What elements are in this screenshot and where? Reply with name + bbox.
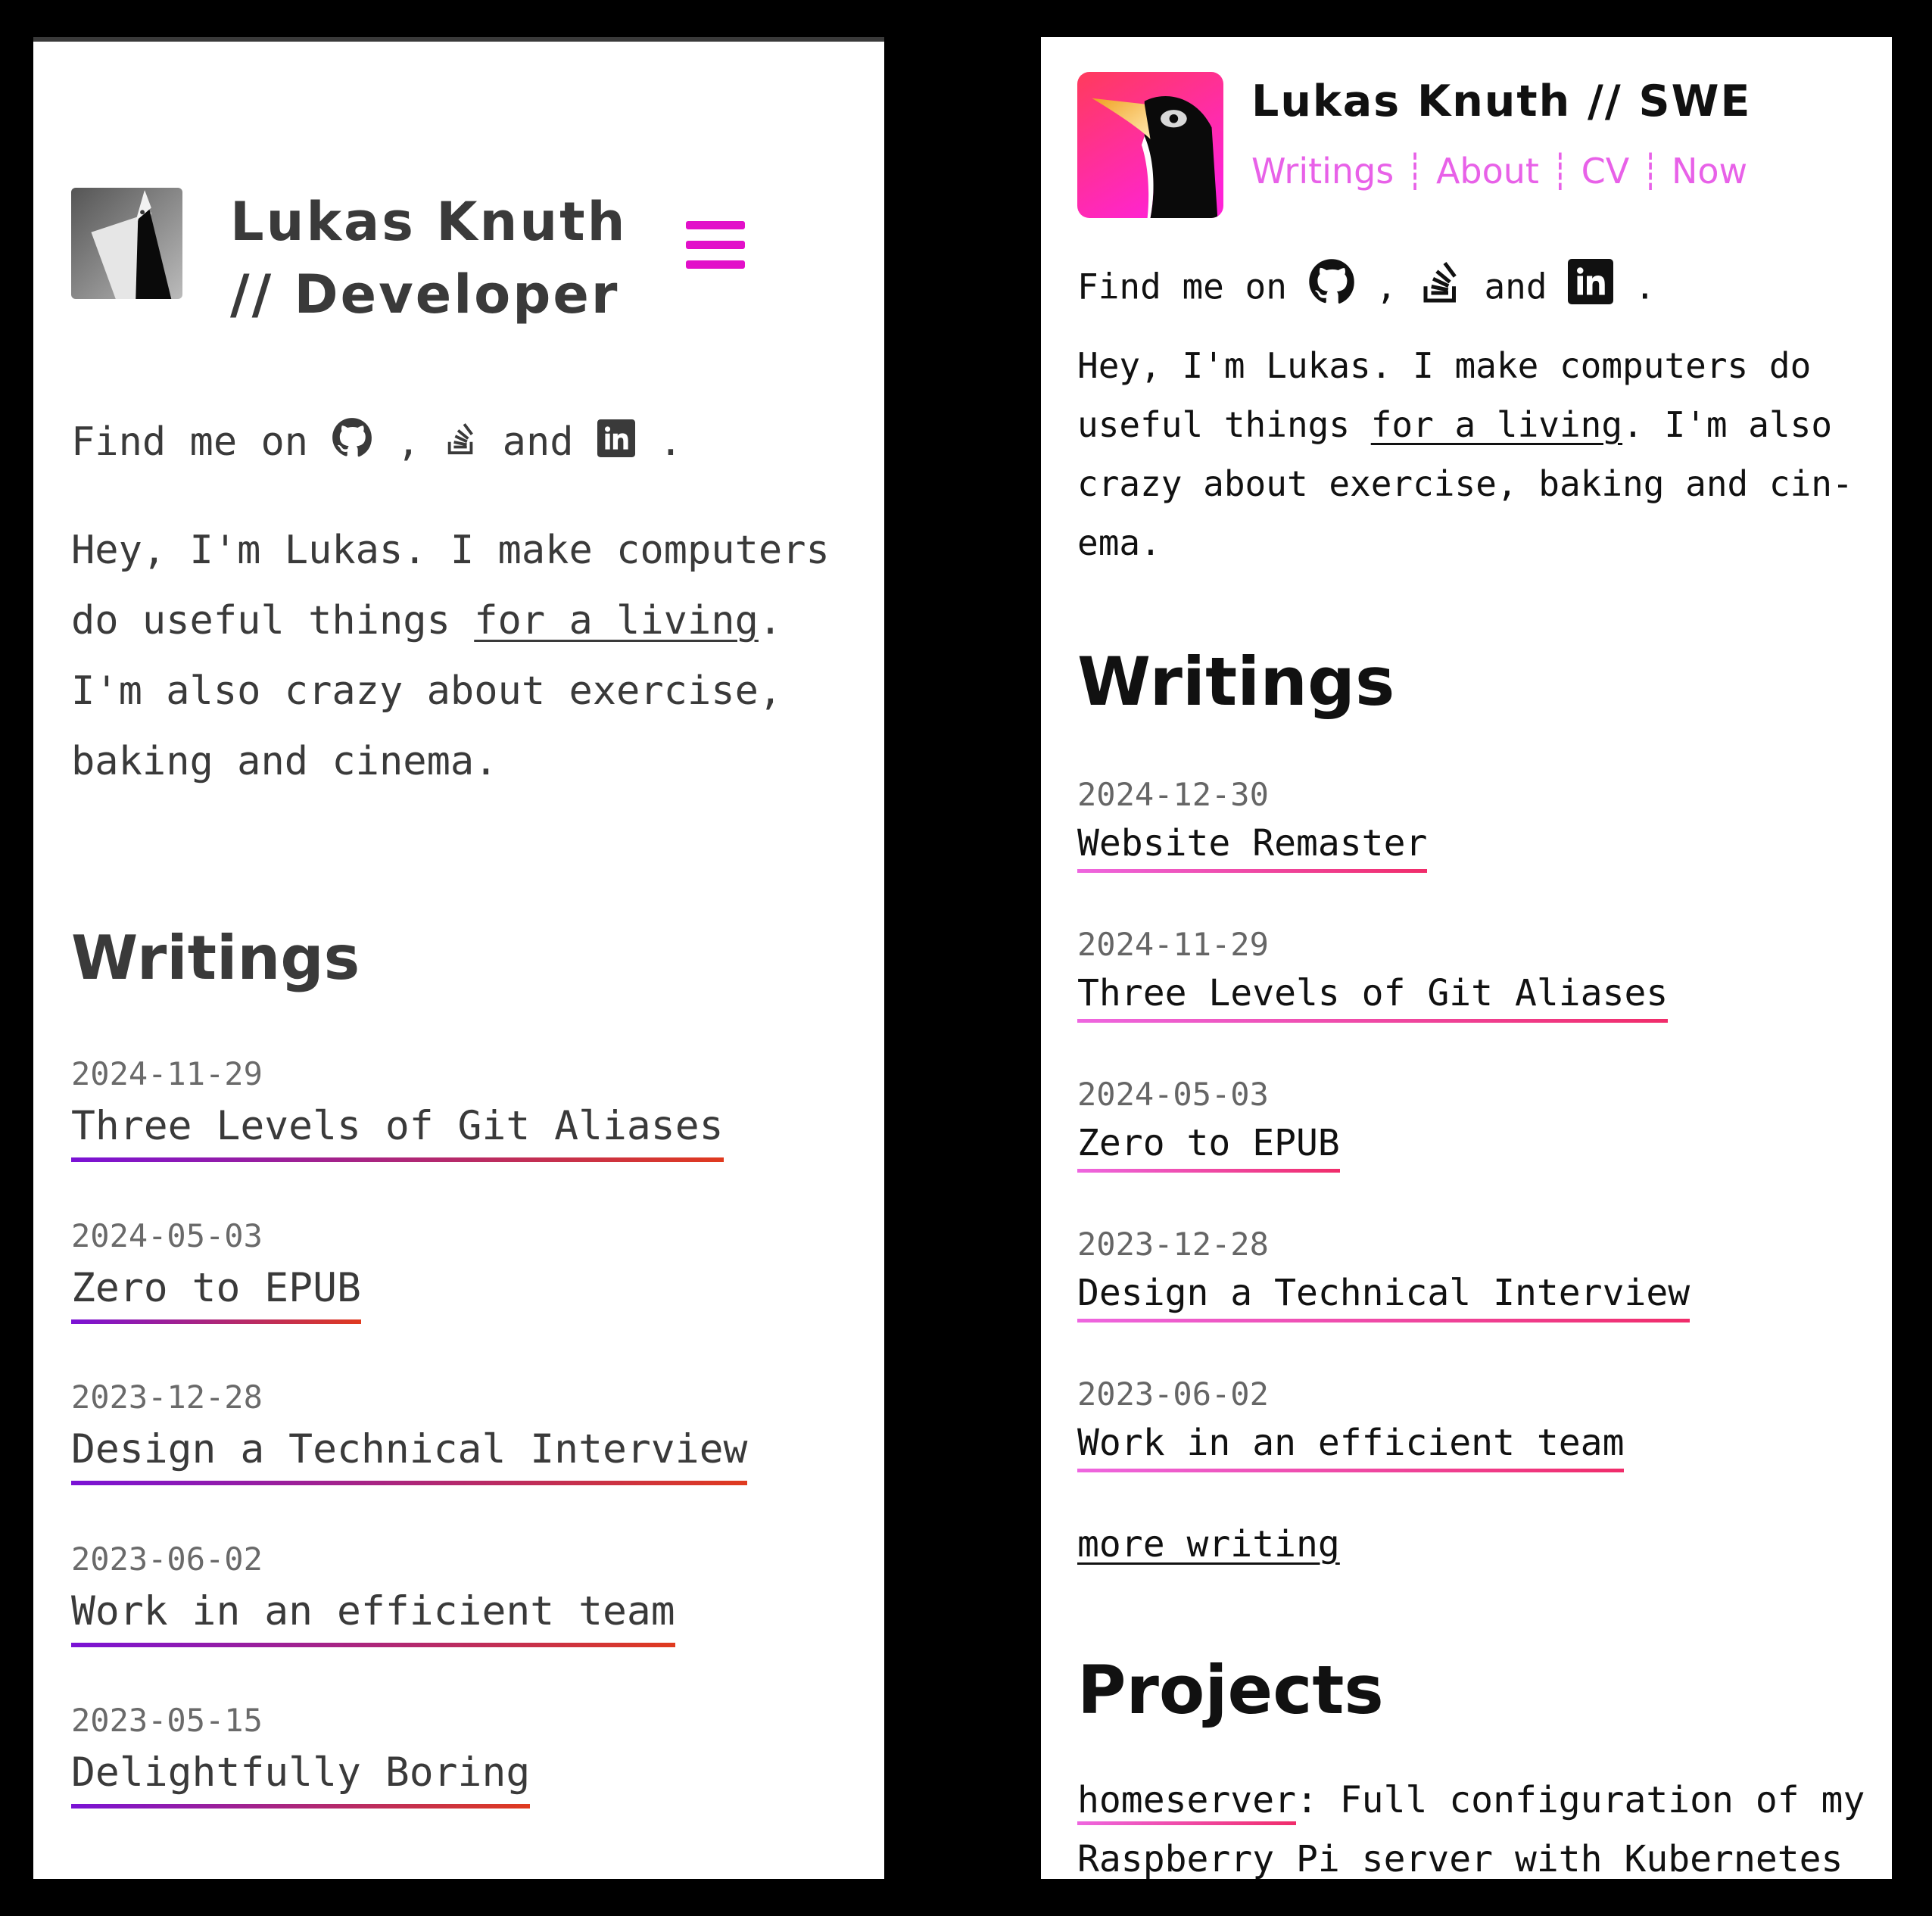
- stackoverflow-icon[interactable]: [1418, 258, 1463, 320]
- project-link[interactable]: homeserver: [1077, 1779, 1296, 1825]
- post-date: 2023-12-28: [71, 1379, 263, 1416]
- nav-separator: ┊: [1404, 151, 1426, 192]
- post-link[interactable]: Website Remaster: [1077, 818, 1428, 873]
- post-date: 2023-05-15: [71, 1702, 263, 1739]
- post-link[interactable]: Design a Technical Interview: [71, 1420, 748, 1485]
- site-title[interactable]: Lukas Knuth // Developer: [230, 185, 627, 331]
- site-title-line1: Lukas Knuth: [230, 191, 628, 253]
- post-date: 2024-11-29: [1077, 926, 1269, 963]
- list-item: 2023-06-02 Work in an efficient team: [1077, 1371, 1690, 1521]
- site-logo[interactable]: [1077, 72, 1223, 218]
- nav-now[interactable]: Now: [1672, 151, 1747, 192]
- linkedin-icon[interactable]: [597, 418, 635, 471]
- list-item: 2024-05-03 Zero to EPUB: [71, 1213, 747, 1375]
- site-title-line2: // Developer: [230, 263, 620, 326]
- project-item: homeserver: Full configuration of my Ras…: [1077, 1771, 1880, 1879]
- social-prefix: Find me on: [1077, 266, 1287, 307]
- social-and: and: [1484, 266, 1547, 307]
- intro-paragraph: Hey, I'm Lukas. I make computers do usef…: [71, 516, 858, 797]
- list-item: 2023-06-02 Work in an efficient team: [71, 1537, 747, 1699]
- list-item: 2024-11-29 Three Levels of Git Aliases: [1077, 921, 1690, 1071]
- writings-list: 2024-12-30 Website Remaster 2024-11-29 Thr…: [1077, 771, 1690, 1521]
- social-links: Find me on , and .: [71, 416, 683, 472]
- post-date: 2023-06-02: [71, 1540, 263, 1578]
- site-title[interactable]: Lukas Knuth // SWE: [1251, 76, 1751, 126]
- post-date: 2023-12-28: [1077, 1226, 1269, 1263]
- post-link[interactable]: Three Levels of Git Aliases: [1077, 968, 1669, 1023]
- nav-writings[interactable]: Writings: [1251, 151, 1394, 192]
- post-date: 2023-06-02: [1077, 1375, 1269, 1413]
- nav-about[interactable]: About: [1436, 151, 1539, 192]
- social-period: .: [659, 419, 683, 465]
- social-prefix: Find me on: [71, 419, 309, 465]
- social-period: .: [1634, 266, 1656, 307]
- nav-cv[interactable]: CV: [1581, 151, 1630, 192]
- post-date: 2024-11-29: [71, 1055, 263, 1092]
- social-links: Find me on , and .: [1077, 258, 1656, 320]
- nav-separator: ┊: [1549, 151, 1571, 192]
- social-comma: ,: [1376, 266, 1398, 307]
- intro-paragraph: Hey, I'm Lukas. I make computers do usef…: [1077, 336, 1857, 572]
- list-item: 2024-12-30 Website Remaster: [1077, 771, 1690, 921]
- list-item: 2023-12-28 Design a Technical Interview: [1077, 1221, 1690, 1371]
- post-link[interactable]: Work in an efficient team: [1077, 1418, 1625, 1472]
- post-link[interactable]: Work in an efficient team: [71, 1581, 675, 1647]
- writings-list: 2024-11-29 Three Levels of Git Aliases 20…: [71, 1051, 748, 1860]
- writings-heading: Writings: [71, 923, 360, 993]
- site-logo[interactable]: [71, 188, 182, 299]
- post-link[interactable]: Design a Technical Interview: [1077, 1268, 1690, 1323]
- social-comma: ,: [396, 419, 421, 465]
- github-icon[interactable]: [332, 417, 372, 472]
- list-item: 2023-05-15 Delightfully Boring: [71, 1698, 747, 1860]
- hamburger-menu-icon[interactable]: [686, 221, 745, 269]
- post-link[interactable]: Zero to EPUB: [1077, 1118, 1340, 1173]
- main-nav: Writings ┊ About ┊ CV ┊ Now: [1251, 151, 1747, 192]
- list-item: 2024-05-03 Zero to EPUB: [1077, 1071, 1690, 1221]
- post-link[interactable]: Delightfully Boring: [71, 1743, 531, 1809]
- for-a-living-link[interactable]: for a living: [1371, 404, 1622, 445]
- nav-separator: ┊: [1640, 151, 1661, 192]
- post-link[interactable]: Three Levels of Git Aliases: [71, 1097, 724, 1162]
- post-date: 2024-12-30: [1077, 776, 1269, 813]
- writings-heading: Writings: [1077, 643, 1395, 721]
- list-item: 2024-11-29 Three Levels of Git Aliases: [71, 1051, 747, 1213]
- left-screenshot: Lukas Knuth // Developer Find me on , an…: [33, 37, 884, 1879]
- for-a-living-link[interactable]: for a living: [474, 598, 759, 643]
- right-screenshot: Lukas Knuth // SWE Writings ┊ About ┊ CV ┊ Now…: [1041, 37, 1892, 1879]
- linkedin-icon[interactable]: [1568, 259, 1614, 319]
- social-and: and: [502, 419, 574, 465]
- post-date: 2024-05-03: [1077, 1076, 1269, 1113]
- stackoverflow-icon[interactable]: [444, 418, 478, 471]
- more-writing-link[interactable]: more writing: [1077, 1523, 1340, 1566]
- post-date: 2024-05-03: [71, 1217, 263, 1254]
- projects-heading: Projects: [1077, 1651, 1384, 1729]
- post-link[interactable]: Zero to EPUB: [71, 1258, 361, 1324]
- github-icon[interactable]: [1308, 258, 1355, 320]
- list-item: 2023-12-28 Design a Technical Interview: [71, 1375, 748, 1537]
